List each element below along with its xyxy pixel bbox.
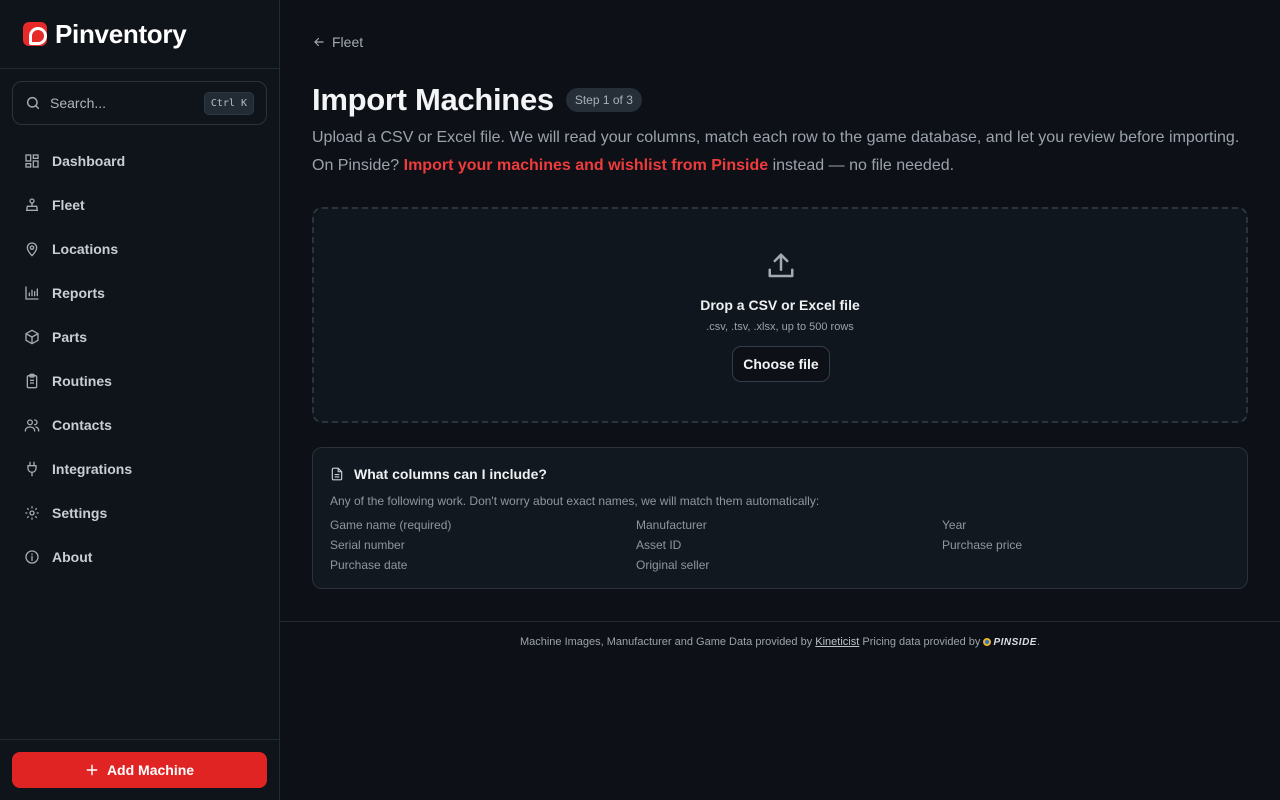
sidebar-item-reports[interactable]: Reports bbox=[0, 271, 280, 315]
clipboard-icon bbox=[26, 373, 38, 389]
dropzone-title: Drop a CSV or Excel file bbox=[700, 297, 860, 313]
column-item: Year bbox=[942, 518, 967, 532]
title-row: Import Machines Step 1 of 3 bbox=[312, 82, 642, 118]
search-input[interactable]: Search... Ctrl K bbox=[12, 81, 267, 125]
sidebar-item-contacts[interactable]: Contacts bbox=[0, 403, 280, 447]
column-item: Original seller bbox=[636, 558, 710, 572]
sidebar-item-locations[interactable]: Locations bbox=[0, 227, 280, 271]
pinside-logo-text: PINSIDE bbox=[993, 637, 1037, 648]
sidebar-item-label: Dashboard bbox=[52, 153, 126, 169]
sidebar-item-settings[interactable]: Settings bbox=[0, 491, 280, 535]
sidebar-item-fleet[interactable]: Fleet bbox=[0, 183, 280, 227]
add-machine-button[interactable]: Add Machine bbox=[12, 752, 267, 788]
pinside-line: On Pinside? Import your machines and wis… bbox=[312, 152, 1252, 180]
column-item: Purchase date bbox=[330, 558, 408, 572]
package-icon bbox=[25, 329, 39, 345]
column-item: Serial number bbox=[330, 538, 405, 552]
footer-suffix: . bbox=[1036, 636, 1041, 648]
dropzone-subtitle: .csv, .tsv, .xlsx, up to 500 rows bbox=[706, 321, 854, 333]
add-machine-label: Add Machine bbox=[106, 762, 195, 778]
file-text-icon bbox=[331, 467, 343, 481]
sidebar-item-label: Integrations bbox=[52, 461, 133, 477]
columns-help-intro: Any of the following work. Don't worry a… bbox=[330, 494, 820, 508]
page-title: Import Machines bbox=[312, 82, 554, 117]
bar-chart-icon bbox=[25, 286, 39, 300]
file-dropzone[interactable]: Drop a CSV or Excel file .csv, .tsv, .xl… bbox=[312, 207, 1248, 423]
footer-pricing: Pricing data provided by bbox=[862, 636, 981, 648]
footer-credits: Machine Images, Manufacturer and Game Da… bbox=[280, 636, 1280, 648]
fleet-icon bbox=[25, 198, 39, 211]
sidebar-nav: Dashboard Fleet Locations Reports Parts … bbox=[0, 139, 280, 579]
sidebar-item-label: Contacts bbox=[52, 417, 112, 433]
sidebar-item-parts[interactable]: Parts bbox=[0, 315, 280, 359]
pinside-prefix: On Pinside? bbox=[312, 157, 400, 174]
info-icon bbox=[25, 550, 39, 564]
sidebar-item-label: Locations bbox=[52, 241, 119, 257]
sidebar-item-dashboard[interactable]: Dashboard bbox=[0, 139, 280, 183]
pinside-logo-icon bbox=[983, 638, 992, 646]
columns-list: Game name (required) Manufacturer Year S… bbox=[330, 517, 1242, 573]
sidebar-item-label: About bbox=[52, 549, 93, 565]
sidebar: Pinventory Search... Ctrl K Dashboard Fl… bbox=[0, 0, 280, 800]
column-item: Manufacturer bbox=[636, 518, 707, 532]
brand[interactable]: Pinventory bbox=[0, 0, 279, 69]
footer-prefix: Machine Images, Manufacturer and Game Da… bbox=[519, 636, 813, 648]
step-badge: Step 1 of 3 bbox=[565, 88, 642, 112]
page-footer: Machine Images, Manufacturer and Game Da… bbox=[280, 621, 1280, 800]
map-pin-icon bbox=[26, 242, 38, 257]
sidebar-item-label: Reports bbox=[52, 285, 105, 301]
sidebar-item-label: Settings bbox=[52, 505, 108, 521]
pinside-logo[interactable]: PINSIDE bbox=[983, 636, 1037, 648]
columns-help-header: What columns can I include? bbox=[330, 466, 547, 482]
sidebar-item-label: Routines bbox=[52, 373, 112, 389]
search-icon bbox=[26, 96, 40, 110]
upload-icon bbox=[768, 253, 794, 278]
column-item: Asset ID bbox=[636, 538, 682, 552]
sidebar-item-routines[interactable]: Routines bbox=[0, 359, 280, 403]
sidebar-item-label: Fleet bbox=[52, 197, 85, 213]
dashboard-icon bbox=[25, 154, 39, 168]
column-item: Game name (required) bbox=[330, 518, 452, 532]
back-link[interactable]: Fleet bbox=[312, 34, 363, 50]
sidebar-item-about[interactable]: About bbox=[0, 535, 280, 579]
columns-help-title: What columns can I include? bbox=[354, 466, 547, 482]
description-text: Upload a CSV or Excel file. We will read… bbox=[312, 129, 1240, 146]
main-content: Fleet Import Machines Step 1 of 3 Upload… bbox=[280, 0, 1280, 800]
sidebar-item-label: Parts bbox=[52, 329, 88, 345]
search-shortcut: Ctrl K bbox=[203, 91, 254, 115]
gear-icon bbox=[25, 506, 39, 520]
pinside-suffix: instead — no file needed. bbox=[772, 157, 955, 174]
users-icon bbox=[24, 419, 40, 432]
pinventory-logo-icon bbox=[23, 22, 47, 46]
sidebar-footer: Add Machine bbox=[0, 739, 280, 800]
plus-icon bbox=[86, 764, 98, 776]
columns-help-card: What columns can I include? Any of the f… bbox=[312, 447, 1248, 589]
plug-icon bbox=[27, 461, 37, 477]
back-link-label: Fleet bbox=[332, 34, 364, 50]
arrow-left-icon bbox=[314, 37, 324, 47]
choose-file-button[interactable]: Choose file bbox=[732, 346, 830, 382]
pinside-import-link[interactable]: Import your machines and wishlist from P… bbox=[404, 157, 769, 174]
page-description: Upload a CSV or Excel file. We will read… bbox=[312, 124, 1252, 180]
sidebar-item-integrations[interactable]: Integrations bbox=[0, 447, 280, 491]
kineticist-link[interactable]: Kineticist bbox=[815, 636, 859, 648]
search-placeholder: Search... bbox=[50, 95, 107, 111]
app-name: Pinventory bbox=[55, 18, 187, 49]
column-item: Purchase price bbox=[942, 538, 1023, 552]
